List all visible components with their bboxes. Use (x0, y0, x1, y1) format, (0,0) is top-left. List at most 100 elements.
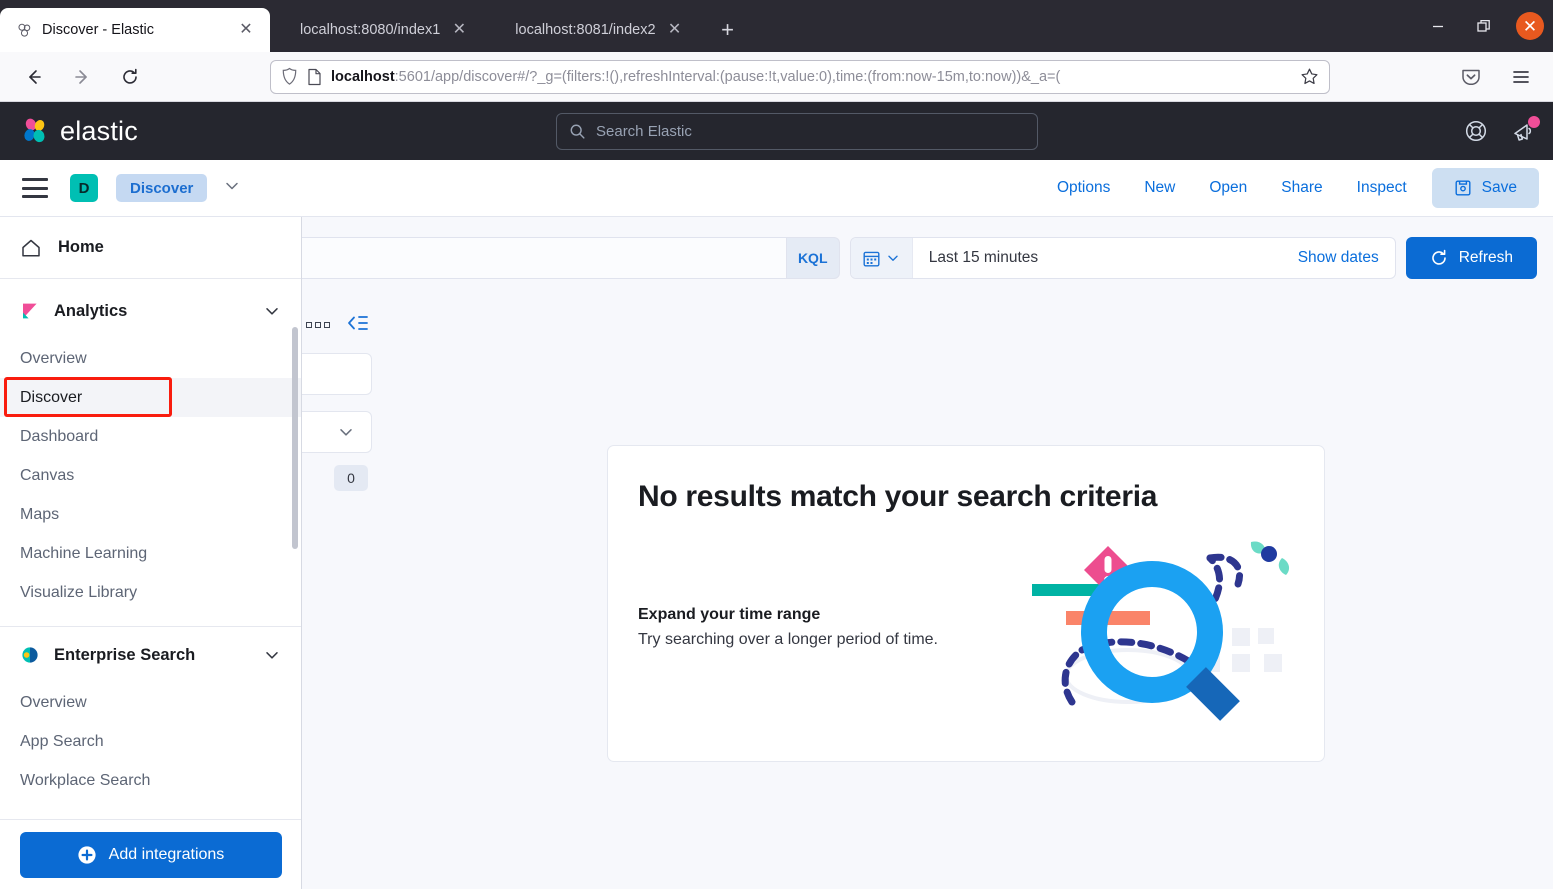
notification-dot (1528, 116, 1540, 128)
tab-title: Discover - Elastic (42, 22, 154, 38)
url-text: localhost:5601/app/discover#/?_g=(filter… (331, 69, 1291, 85)
refresh-button[interactable]: Refresh (1405, 237, 1537, 279)
hamburger-menu-icon (1513, 71, 1529, 83)
reload-button[interactable] (112, 61, 148, 93)
sidebar-item-canvas[interactable]: Canvas (0, 456, 301, 495)
reload-icon (123, 68, 137, 84)
global-search-input[interactable]: Search Elastic (556, 112, 1038, 150)
window-restore-button[interactable] (1461, 0, 1507, 52)
query-language-button[interactable]: KQL (786, 237, 840, 279)
sidebar-item-workplace-search[interactable]: Workplace Search (0, 761, 301, 800)
magnifying-glass-illustration (1032, 541, 1290, 721)
header-icon-group (1463, 116, 1540, 144)
browser-tab-index2[interactable]: localhost:8081/index2 ✕ (499, 8, 698, 52)
chevron-down-icon[interactable] (263, 646, 281, 664)
tab-close-icon[interactable]: ✕ (449, 20, 469, 40)
restore-icon (1477, 19, 1490, 32)
sidebar-item-visualize-library[interactable]: Visualize Library (0, 573, 301, 612)
chevron-down-icon[interactable] (223, 177, 241, 200)
browser-tab-discover[interactable]: Discover - Elastic ✕ (0, 8, 270, 52)
arrow-right-icon (75, 69, 87, 84)
sidebar-item-maps[interactable]: Maps (0, 495, 301, 534)
forward-button[interactable] (64, 61, 100, 93)
sidebar-item-discover[interactable]: Discover (0, 378, 301, 417)
url-host: localhost (331, 68, 395, 85)
global-search-placeholder: Search Elastic (596, 122, 692, 140)
sidebar-item-machine-learning[interactable]: Machine Learning (0, 534, 301, 573)
search-icon (570, 124, 585, 139)
flyout-group-analytics-header[interactable]: Analytics (0, 283, 301, 339)
browser-toolbar-right (1453, 52, 1553, 102)
nav-flyout-panel: Home Analytics Overview Discover Dashboa… (0, 217, 302, 889)
elastic-favicon-icon (18, 23, 31, 37)
sidebar-item-dashboard[interactable]: Dashboard (0, 417, 301, 456)
open-button[interactable]: Open (1192, 168, 1264, 208)
date-picker[interactable]: Last 15 minutes Show dates (849, 237, 1396, 279)
new-tab-button[interactable]: + (711, 13, 745, 47)
tab-close-icon[interactable]: ✕ (236, 20, 256, 40)
save-disk-icon (1455, 180, 1471, 196)
new-button[interactable]: New (1127, 168, 1192, 208)
back-button[interactable] (16, 61, 52, 93)
flyout-scrollbar[interactable] (292, 327, 298, 549)
space-avatar[interactable]: D (70, 174, 98, 202)
shield-icon (282, 67, 297, 85)
browser-tab-index1[interactable]: localhost:8080/index1 ✕ (284, 8, 483, 52)
flyout-footer: Add integrations (0, 819, 301, 889)
elastic-logo-icon (24, 118, 45, 143)
tab-close-icon[interactable]: ✕ (665, 20, 685, 40)
no-results-card: No results match your search criteria Ex… (607, 445, 1325, 762)
refresh-icon (1431, 249, 1446, 265)
chevron-down-icon (888, 255, 898, 261)
arrow-left-icon (29, 69, 41, 84)
chevron-down-icon[interactable] (263, 302, 281, 320)
flyout-home-label: Home (58, 238, 104, 256)
elastic-logo[interactable]: elastic (20, 116, 138, 147)
plus-circle-icon (78, 845, 96, 864)
flyout-group-enterprise-search-header[interactable]: Enterprise Search (0, 627, 301, 683)
sidebar-item-app-search[interactable]: App Search (0, 722, 301, 761)
calendar-icon (863, 251, 880, 266)
collapse-panel-icon[interactable] (346, 314, 368, 337)
help-lifebuoy-icon[interactable] (1463, 118, 1489, 144)
field-count-badge: 0 (334, 465, 368, 491)
window-controls: ✕ (1415, 0, 1553, 52)
close-icon: ✕ (1516, 12, 1544, 40)
browser-nav-bar: localhost:5601/app/discover#/?_g=(filter… (0, 52, 1553, 102)
flyout-item-home[interactable]: Home (0, 217, 301, 279)
nav-menu-toggle-button[interactable] (22, 178, 48, 198)
no-results-title: No results match your search criteria (638, 480, 1158, 513)
app-nav-row: D Discover Options New Open Share Inspec… (0, 160, 1553, 217)
three-dots-icon[interactable] (306, 322, 330, 328)
sidebar-item-overview[interactable]: Overview (0, 339, 301, 378)
browser-tab-bar: Discover - Elastic ✕ localhost:8080/inde… (0, 0, 1553, 52)
save-button[interactable]: Save (1431, 168, 1539, 208)
options-button[interactable]: Options (1040, 168, 1127, 208)
sidebar-item-es-overview[interactable]: Overview (0, 683, 301, 722)
flyout-scroll-area: Analytics Overview Discover Dashboard Ca… (0, 279, 301, 819)
home-icon (22, 239, 40, 256)
flyout-group-title: Enterprise Search (54, 645, 196, 664)
save-button-label: Save (1481, 179, 1517, 196)
browser-menu-button[interactable] (1503, 61, 1539, 93)
add-integrations-label: Add integrations (108, 845, 225, 863)
inspect-button[interactable]: Inspect (1340, 168, 1424, 208)
refresh-button-label: Refresh (1458, 249, 1513, 266)
url-path: :5601/app/discover#/?_g=(filters:!(),ref… (394, 68, 1061, 85)
window-minimize-button[interactable] (1415, 0, 1461, 52)
window-close-button[interactable]: ✕ (1507, 0, 1553, 52)
date-range-label[interactable]: Last 15 minutes (913, 249, 1298, 267)
enterprise-search-icon (22, 647, 38, 663)
date-quick-select-button[interactable] (850, 238, 913, 278)
news-megaphone-icon[interactable] (1511, 116, 1540, 144)
add-integrations-button[interactable]: Add integrations (19, 831, 282, 878)
pocket-button[interactable] (1453, 61, 1489, 93)
show-dates-button[interactable]: Show dates (1298, 249, 1395, 267)
share-button[interactable]: Share (1264, 168, 1339, 208)
flyout-group-title: Analytics (54, 301, 128, 320)
url-bar[interactable]: localhost:5601/app/discover#/?_g=(filter… (270, 59, 1330, 94)
breadcrumb-discover[interactable]: Discover (116, 174, 208, 202)
kibana-analytics-icon (23, 303, 37, 319)
elastic-wordmark: elastic (60, 115, 138, 146)
star-icon[interactable] (1300, 67, 1319, 86)
